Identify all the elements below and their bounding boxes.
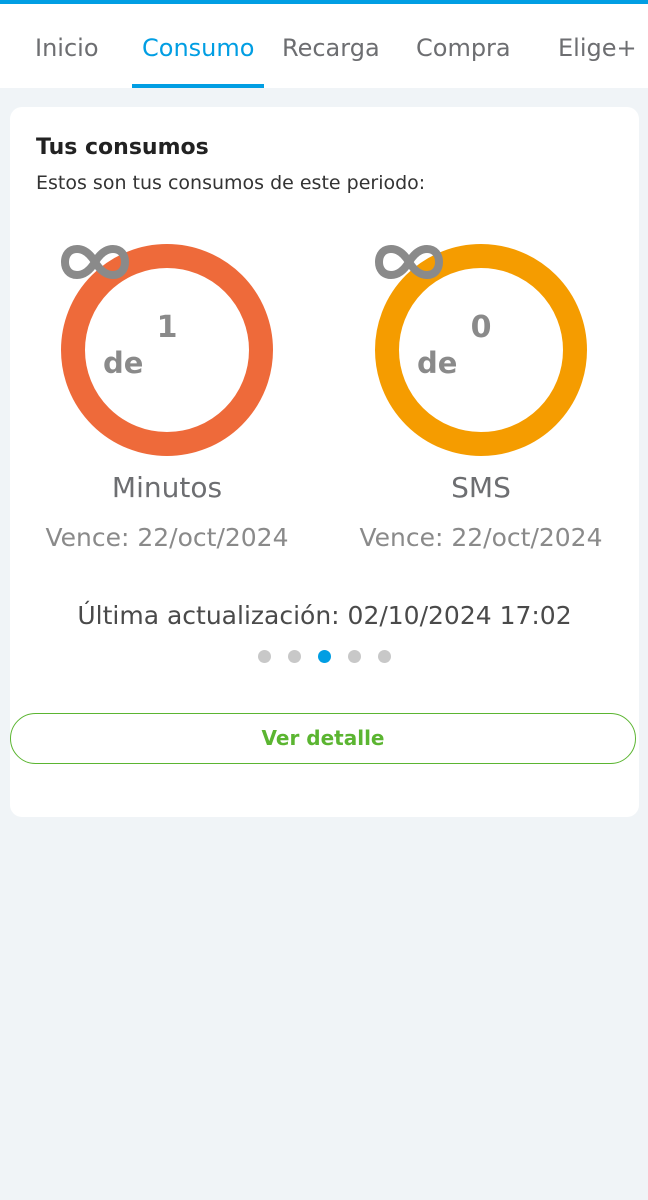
tab-recarga[interactable]: Recarga xyxy=(282,34,380,62)
sms-expiry: Vence: 22/oct/2024 xyxy=(359,523,603,552)
sms-value: 0 xyxy=(470,310,492,345)
tab-consumo[interactable]: Consumo xyxy=(142,34,254,62)
last-update-text: Última actualización: 02/10/2024 17:02 xyxy=(77,601,572,630)
consumption-card: Tus consumos Estos son tus consumos de e… xyxy=(10,107,639,817)
minutes-value: 1 xyxy=(156,310,178,345)
tab-bar: Inicio Consumo Recarga Compra Elige+ xyxy=(0,4,648,88)
infinity-icon xyxy=(375,245,443,279)
pagination-dot[interactable] xyxy=(348,650,361,663)
minutes-label: Minutos xyxy=(111,471,223,504)
ver-detalle-button[interactable]: Ver detalle xyxy=(10,713,636,764)
active-tab-indicator xyxy=(132,84,264,88)
minutes-expiry: Vence: 22/oct/2024 xyxy=(45,523,289,552)
tab-compra[interactable]: Compra xyxy=(416,34,511,62)
infinity-icon xyxy=(61,245,129,279)
pagination-dot[interactable] xyxy=(288,650,301,663)
card-title: Tus consumos xyxy=(36,135,209,160)
sms-label: SMS xyxy=(451,471,511,504)
pagination-dot-active[interactable] xyxy=(318,650,331,663)
sms-of-label: de xyxy=(417,346,458,380)
card-subtitle: Estos son tus consumos de este periodo: xyxy=(36,172,426,194)
pagination-dot[interactable] xyxy=(258,650,271,663)
minutes-of-label: de xyxy=(103,346,144,380)
pagination-dot[interactable] xyxy=(378,650,391,663)
sms-gauge: 0 de xyxy=(375,244,587,456)
tab-elige-plus[interactable]: Elige+ xyxy=(558,34,637,62)
tab-inicio[interactable]: Inicio xyxy=(35,34,99,62)
minutes-gauge: 1 de xyxy=(61,244,273,456)
